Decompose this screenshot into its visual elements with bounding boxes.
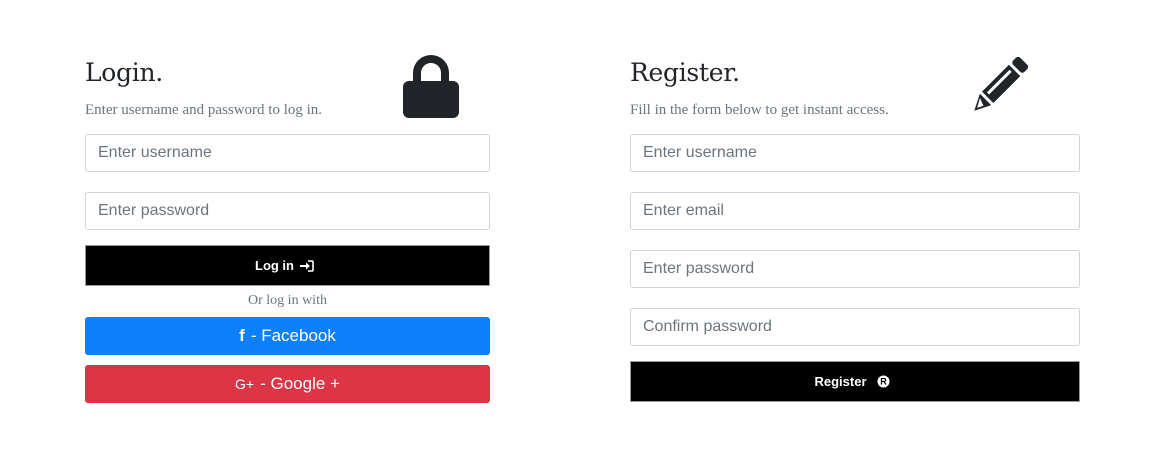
login-title: Login. bbox=[85, 58, 163, 87]
svg-text:R: R bbox=[880, 377, 887, 387]
login-subtitle: Enter username and password to log in. bbox=[85, 102, 323, 118]
lock-icon bbox=[401, 53, 461, 119]
facebook-login-button[interactable]: f - Facebook bbox=[85, 317, 490, 355]
google-plus-icon: G+ bbox=[235, 376, 255, 392]
google-login-button[interactable]: G+ - Google + bbox=[85, 365, 490, 403]
register-button[interactable]: Register R bbox=[630, 361, 1080, 402]
register-email-input[interactable] bbox=[630, 192, 1080, 230]
register-password-input[interactable] bbox=[630, 250, 1080, 288]
login-username-input[interactable] bbox=[85, 134, 490, 172]
login-button-label: Log in bbox=[255, 258, 294, 273]
sign-in-icon bbox=[300, 259, 314, 272]
google-label: - Google + bbox=[260, 374, 340, 393]
register-subtitle: Fill in the form below to get instant ac… bbox=[630, 102, 889, 118]
register-username-input[interactable] bbox=[630, 134, 1080, 172]
facebook-icon: f bbox=[239, 326, 245, 345]
facebook-label: - Facebook bbox=[250, 326, 336, 345]
registered-icon: R bbox=[877, 375, 890, 388]
or-login-with-text: Or log in with bbox=[248, 293, 327, 308]
register-confirm-password-input[interactable] bbox=[630, 308, 1080, 346]
register-title: Register. bbox=[630, 58, 740, 87]
pencil-icon bbox=[966, 53, 1032, 119]
login-button[interactable]: Log in bbox=[85, 245, 490, 286]
register-button-label: Register bbox=[814, 374, 867, 389]
login-password-input[interactable] bbox=[85, 192, 490, 230]
